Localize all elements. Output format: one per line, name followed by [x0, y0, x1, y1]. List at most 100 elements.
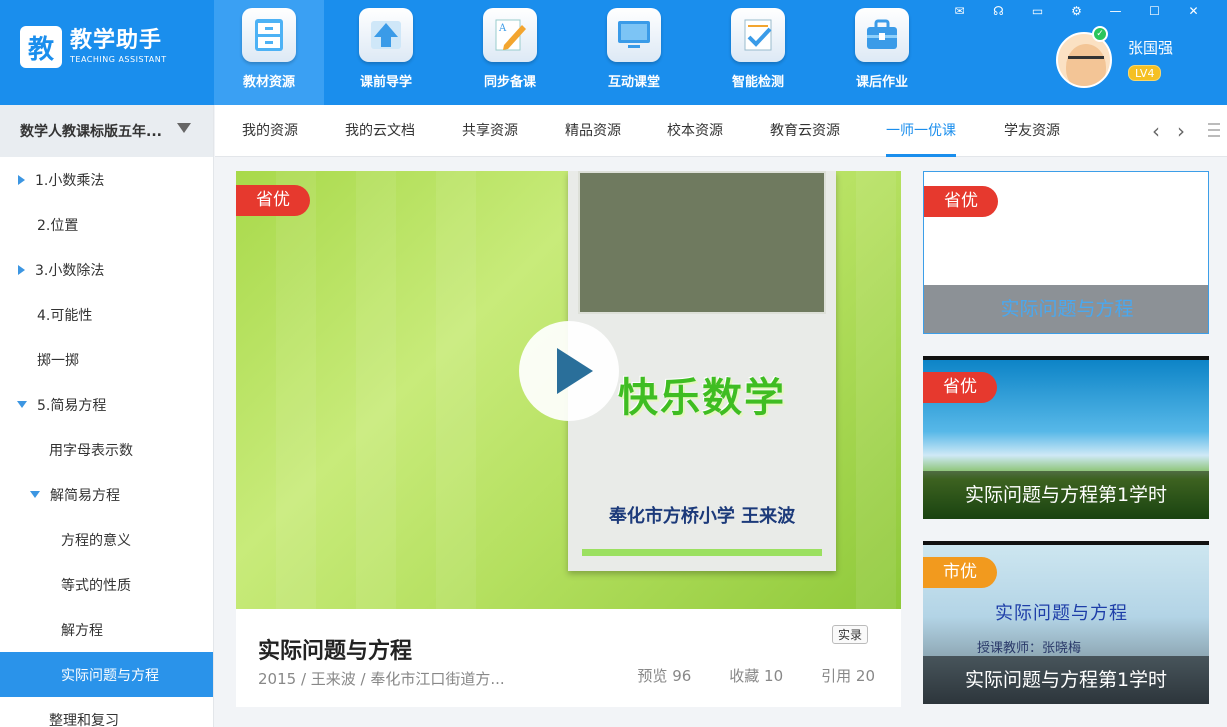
app-header: 教 教学助手 TEACHING ASSISTANT 教材资源 课前导学 A 同步…: [0, 0, 1227, 105]
slide-title: 实际问题与方程: [995, 603, 1128, 624]
tab-study-friends[interactable]: 学友资源: [1004, 105, 1060, 157]
nav-label: 课后作业: [855, 75, 908, 90]
video-stats: 预览 96 收藏 10 引用 20: [637, 665, 875, 686]
tab-my-cloud-docs[interactable]: 我的云文档: [345, 105, 415, 157]
nav-label: 智能检测: [731, 75, 784, 90]
pen-paper-icon: A: [483, 8, 537, 62]
collapse-arrow-icon[interactable]: [30, 491, 40, 498]
nav-homework[interactable]: 课后作业: [820, 0, 944, 105]
tree-item[interactable]: 3.小数除法: [0, 247, 213, 292]
expand-arrow-icon[interactable]: [18, 264, 25, 275]
video-caption[interactable]: 实际问题与方程第1学时: [923, 471, 1209, 519]
window-controls: ✉ ☊ ▭ ⚙ — ☐ ✕: [940, 3, 1213, 19]
play-button[interactable]: [519, 321, 619, 421]
expand-arrow-icon[interactable]: [18, 174, 25, 185]
app-name-en: TEACHING ASSISTANT: [70, 55, 167, 64]
tree-item-label: 用字母表示数: [49, 442, 133, 459]
slide-photo: [578, 171, 826, 314]
favorite-count[interactable]: 收藏 10: [729, 665, 783, 686]
tree-item[interactable]: 解简易方程: [0, 472, 213, 517]
tree-item-label: 解方程: [61, 622, 103, 639]
nav-label: 教材资源: [242, 75, 295, 90]
tree-item[interactable]: 掷一掷: [0, 337, 213, 382]
minimize-icon[interactable]: —: [1096, 3, 1135, 19]
video-list-item[interactable]: 省优 实际问题与方程第1学时: [923, 356, 1209, 519]
tree-item[interactable]: 用字母表示数: [0, 427, 213, 472]
tree-item[interactable]: 等式的性质: [0, 562, 213, 607]
tree-item-label: 整理和复习: [49, 712, 119, 727]
collapse-arrow-icon[interactable]: [17, 401, 27, 408]
tree-item-label: 4.可能性: [37, 307, 93, 324]
resource-tabs: 我的资源 我的云文档 共享资源 精品资源 校本资源 教育云资源 一师一优课 学友…: [215, 105, 1227, 157]
tree-item-label: 实际问题与方程: [61, 667, 159, 684]
award-tag: 省优: [923, 372, 997, 403]
verified-check-icon: ✓: [1092, 26, 1108, 42]
tree-item[interactable]: 整理和复习: [0, 697, 213, 727]
tree-item-label: 方程的意义: [61, 532, 131, 549]
cite-count[interactable]: 引用 20: [821, 665, 875, 686]
video-title[interactable]: 实际问题与方程: [258, 633, 412, 665]
mail-icon[interactable]: ✉: [940, 3, 979, 19]
tab-one-teacher-one-lesson[interactable]: 一师一优课: [886, 105, 956, 157]
video-list-item[interactable]: 市优 实际问题与方程 授课教师：张晓梅 实际问题与方程第1学时: [923, 541, 1209, 704]
app-name: 教学助手: [70, 28, 163, 53]
tree-item-selected[interactable]: 实际问题与方程: [0, 652, 213, 697]
nav-prepare[interactable]: A 同步备课: [448, 0, 572, 105]
tree-item[interactable]: 1.小数乘法: [0, 157, 213, 202]
upload-arrow-icon: [359, 8, 413, 62]
nav-preview[interactable]: 课前导学: [324, 0, 448, 105]
video-caption[interactable]: 实际问题与方程第1学时: [923, 656, 1209, 704]
video-thumbnail[interactable]: 快乐数学 奉化市方桥小学 王来波 省优: [236, 171, 901, 609]
maximize-icon[interactable]: ☐: [1135, 3, 1174, 19]
nav-label: 同步备课: [483, 75, 536, 90]
nav-label: 互动课堂: [607, 75, 660, 90]
award-tag: 省优: [236, 185, 310, 216]
chevron-right-icon[interactable]: ›: [1172, 121, 1190, 141]
tree-item[interactable]: 方程的意义: [0, 517, 213, 562]
headset-icon[interactable]: ☊: [979, 3, 1018, 19]
tab-edu-cloud[interactable]: 教育云资源: [770, 105, 840, 157]
svg-text:A: A: [498, 23, 507, 34]
textbook-select-label: 数学人教课标版五年...: [20, 124, 162, 140]
nav-label: 课前导学: [359, 75, 412, 90]
video-list-item[interactable]: 省优 实际问题与方程: [923, 171, 1209, 334]
preview-count: 预览 96: [637, 667, 692, 685]
chat-icon[interactable]: ▭: [1018, 3, 1057, 19]
cabinet-icon: [242, 8, 296, 62]
user-level-badge: LV4: [1128, 65, 1162, 81]
nav-detect[interactable]: 智能检测: [696, 0, 820, 105]
tab-premium[interactable]: 精品资源: [565, 105, 621, 157]
gear-icon[interactable]: ⚙: [1057, 3, 1096, 19]
chevron-down-icon[interactable]: [177, 123, 191, 133]
tab-my-resources[interactable]: 我的资源: [242, 105, 298, 157]
tree-item-label: 5.简易方程: [37, 397, 107, 414]
video-meta: 2015 / 王来波 / 奉化市江口街道方...: [258, 670, 505, 688]
slide-author: 奉化市方桥小学 王来波: [608, 506, 796, 527]
tree-item[interactable]: 解方程: [0, 607, 213, 652]
nav-materials[interactable]: 教材资源: [214, 0, 324, 105]
monitor-icon: [607, 8, 661, 62]
menu-icon[interactable]: [1208, 123, 1220, 141]
user-name[interactable]: 张国强: [1128, 37, 1173, 58]
close-icon[interactable]: ✕: [1174, 3, 1213, 19]
nav-classroom[interactable]: 互动课堂: [572, 0, 696, 105]
tree-item[interactable]: 2.位置: [0, 202, 213, 247]
featured-video-card[interactable]: 快乐数学 奉化市方桥小学 王来波 省优 实际问题与方程 实录 2015 / 王来…: [236, 171, 901, 707]
recording-badge: 实录: [832, 625, 869, 644]
chevron-left-icon[interactable]: ‹: [1147, 121, 1165, 141]
tree-item-label: 1.小数乘法: [35, 172, 105, 189]
tree-item-label: 等式的性质: [61, 577, 131, 594]
main-nav: 教材资源 课前导学 A 同步备课 互动课堂 智能检测 课后作业: [214, 0, 944, 105]
app-logo: 教 教学助手 TEACHING ASSISTANT: [20, 26, 167, 68]
video-caption[interactable]: 实际问题与方程: [924, 285, 1208, 333]
tree-item-label: 3.小数除法: [35, 262, 105, 279]
tree-item-label: 掷一掷: [37, 352, 79, 369]
textbook-select[interactable]: 数学人教课标版五年...: [0, 105, 213, 157]
sidebar: 数学人教课标版五年... 1.小数乘法 2.位置 3.小数除法 4.可能性 掷一…: [0, 105, 214, 727]
tab-school[interactable]: 校本资源: [667, 105, 723, 157]
tree-item[interactable]: 4.可能性: [0, 292, 213, 337]
tab-shared[interactable]: 共享资源: [462, 105, 518, 157]
tree-item[interactable]: 5.简易方程: [0, 382, 213, 427]
logo-mark: 教: [20, 26, 62, 68]
award-tag: 市优: [923, 557, 997, 588]
